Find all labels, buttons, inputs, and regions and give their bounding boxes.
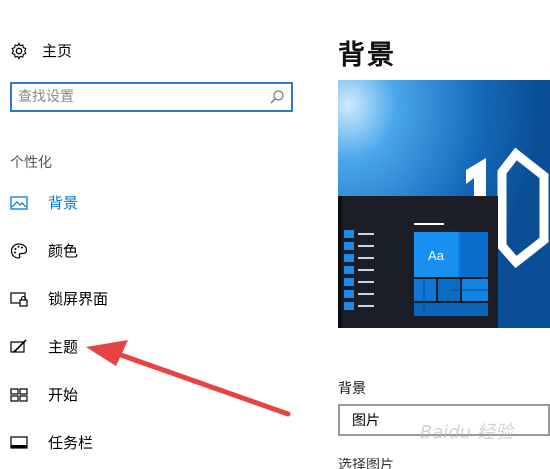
sidebar-item-label: 主题	[48, 338, 79, 356]
sidebar-item-background[interactable]: 背景	[10, 192, 78, 213]
sidebar-item-taskbar[interactable]: 任务栏	[10, 432, 93, 453]
home-nav-item[interactable]: 主页	[10, 40, 72, 61]
sidebar-item-themes[interactable]: 主题	[10, 336, 78, 357]
lock-screen-icon	[10, 290, 28, 308]
background-setting-label: 背景	[338, 381, 366, 397]
page-title: 背景	[338, 40, 396, 71]
start-tiles-icon	[10, 386, 28, 404]
sidebar-item-start[interactable]: 开始	[10, 384, 78, 405]
theme-brush-icon	[10, 338, 28, 356]
background-type-value: 图片	[352, 413, 380, 429]
desktop-preview-image: Aa	[338, 80, 550, 328]
section-title-personalization: 个性化	[10, 155, 52, 171]
background-preview: Aa	[338, 80, 550, 328]
next-setting-label: 选择图片	[338, 458, 394, 469]
watermark-text: Baidu 经验	[420, 422, 513, 443]
sidebar-item-lock-screen[interactable]: 锁屏界面	[10, 288, 108, 309]
sidebar-item-label: 锁屏界面	[48, 290, 109, 308]
gear-icon	[11, 41, 27, 60]
sidebar-item-label: 颜色	[48, 242, 79, 260]
palette-icon	[10, 242, 28, 260]
search-box[interactable]	[10, 82, 293, 112]
picture-icon	[10, 194, 28, 212]
sidebar-item-label: 背景	[48, 194, 79, 212]
sidebar-item-colors[interactable]: 颜色	[10, 240, 78, 261]
sidebar-item-label: 任务栏	[48, 434, 94, 452]
sidebar-item-label: 开始	[48, 386, 79, 404]
search-input[interactable]	[18, 89, 269, 105]
home-label: 主页	[42, 42, 73, 60]
taskbar-icon	[10, 434, 28, 452]
preview-tile-text: Aa	[428, 248, 445, 263]
search-icon[interactable]	[269, 89, 285, 105]
next-setting-label-partial: 选择图片	[338, 458, 398, 469]
